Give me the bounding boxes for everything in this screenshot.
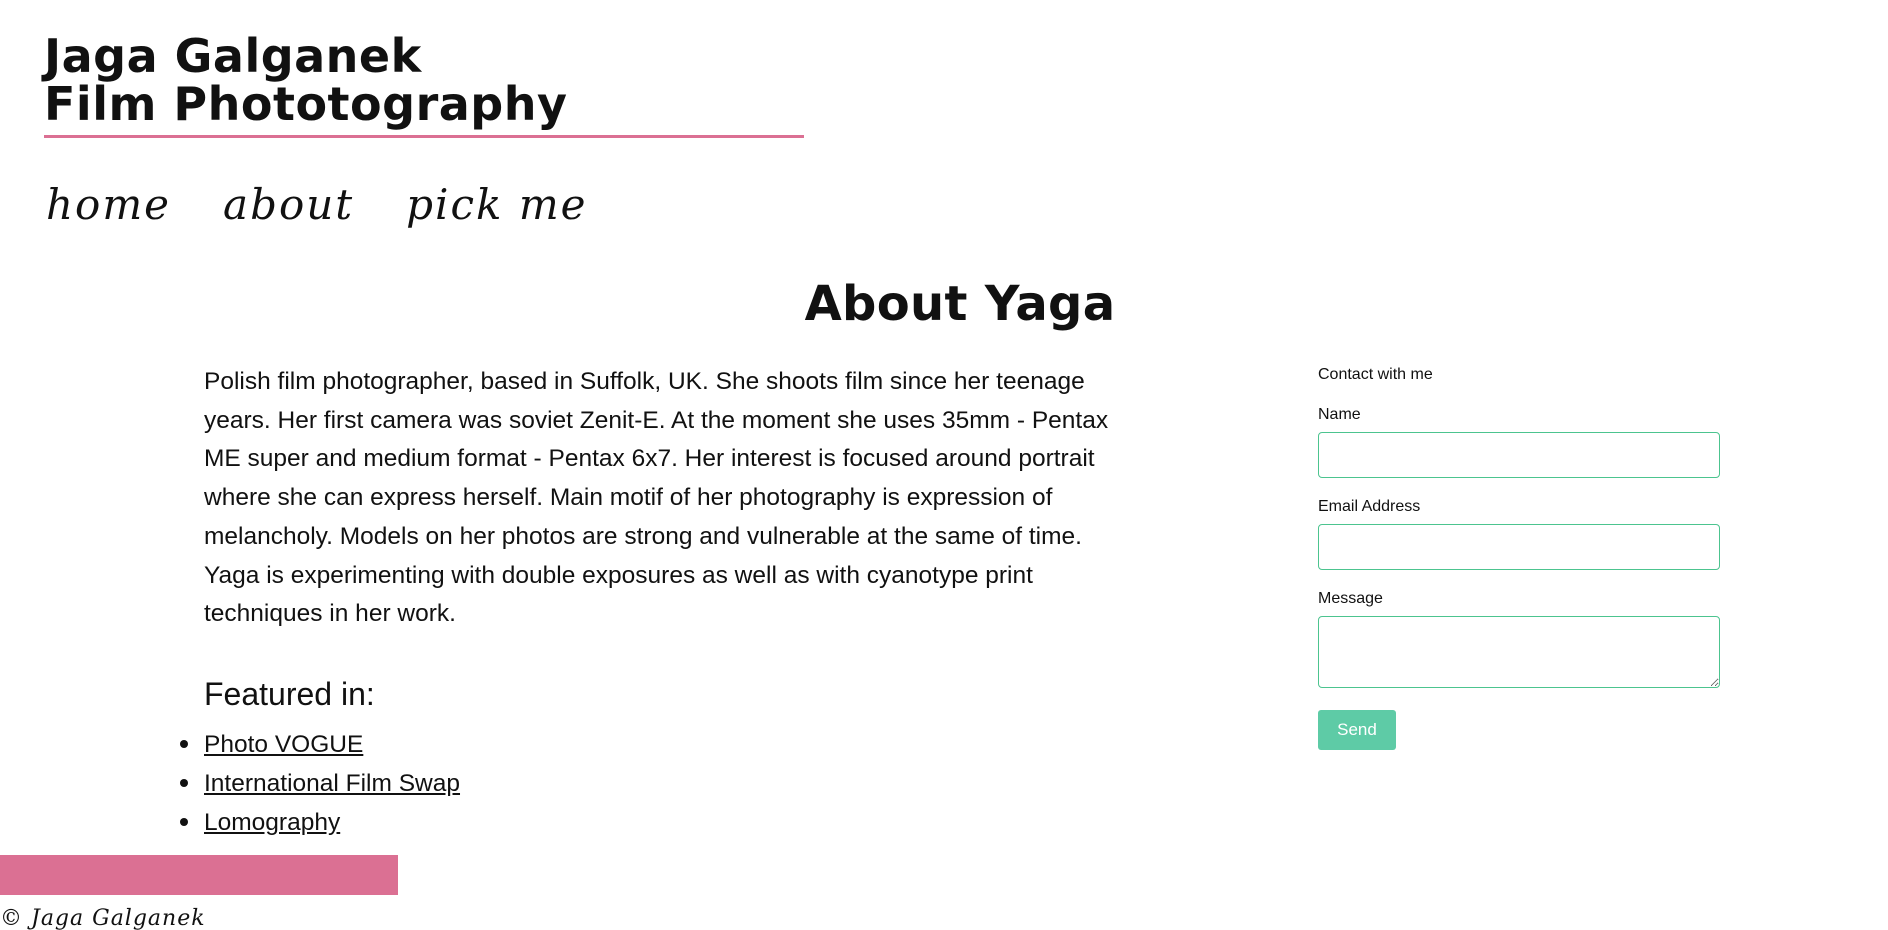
contact-title: Contact with me	[1318, 366, 1433, 383]
site-title-line2[interactable]: Film Phototography	[44, 80, 804, 128]
site-header: Jaga Galganek Film Phototography	[44, 32, 804, 138]
featured-list: Photo VOGUE International Film Swap Lomo…	[179, 725, 460, 842]
list-item: Lomography	[179, 803, 460, 842]
page: Jaga Galganek Film Phototography home ab…	[0, 0, 1888, 930]
bio-text: Polish film photographer, based in Suffo…	[204, 368, 1109, 628]
footer-copyright: © Jaga Galganek	[0, 906, 206, 930]
contact-form: Contact with me Name Email Address Messa…	[1318, 366, 1720, 750]
nav-item-about[interactable]: about	[223, 180, 354, 229]
featured-heading: Featured in:	[204, 676, 375, 712]
list-item: International Film Swap	[179, 764, 460, 803]
page-heading: About Yaga	[804, 276, 1116, 332]
featured-link-lomography[interactable]: Lomography	[204, 809, 340, 836]
name-label: Name	[1318, 406, 1361, 423]
title-underline	[44, 135, 804, 138]
footer-bar	[0, 855, 398, 895]
main-nav: home about pick me	[46, 180, 588, 229]
list-item: Photo VOGUE	[179, 725, 460, 764]
nav-item-home[interactable]: home	[46, 180, 171, 229]
email-label: Email Address	[1318, 498, 1421, 515]
name-field[interactable]	[1318, 432, 1720, 478]
featured-link-photo-vogue[interactable]: Photo VOGUE	[204, 731, 363, 758]
site-title[interactable]: Jaga Galganek Film Phototography	[44, 32, 804, 128]
message-label: Message	[1318, 590, 1383, 607]
email-field[interactable]	[1318, 524, 1720, 570]
nav-item-pick-me[interactable]: pick me	[406, 180, 587, 229]
featured-link-international-film-swap[interactable]: International Film Swap	[204, 770, 460, 797]
site-title-line1[interactable]: Jaga Galganek	[44, 32, 804, 80]
send-button[interactable]: Send	[1318, 710, 1396, 750]
message-field[interactable]	[1318, 616, 1720, 688]
